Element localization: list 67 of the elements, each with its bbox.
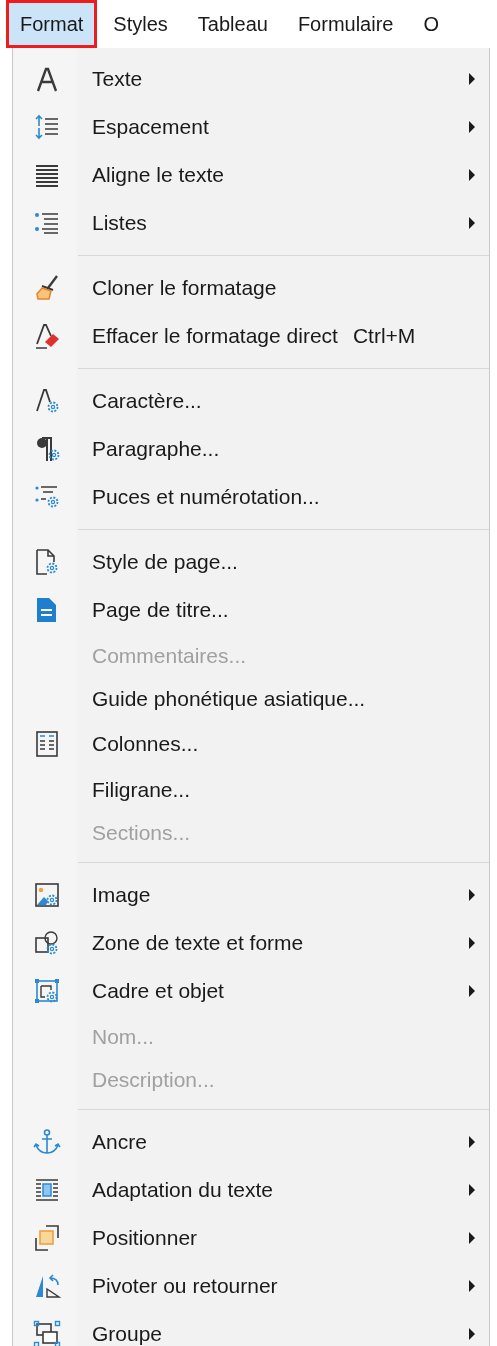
menu-item[interactable]: Puces et numérotation... xyxy=(13,473,489,521)
menu-item[interactable]: Listes xyxy=(13,199,489,247)
menu-item-label: Cadre et objet xyxy=(92,979,224,1003)
menu-item-label: Pivoter ou retourner xyxy=(92,1274,278,1298)
columns-icon xyxy=(33,730,61,758)
menu-item-label: Aligne le texte xyxy=(92,163,224,187)
menu-item-label: Paragraphe... xyxy=(92,437,220,461)
menu-bar-item[interactable]: Format xyxy=(6,0,98,48)
rotate-flip-icon xyxy=(33,1272,61,1300)
menu-item-label: Adaptation du texte xyxy=(92,1178,273,1202)
menu-item-label: Image xyxy=(92,883,151,907)
menu-item-label: Guide phonétique asiatique... xyxy=(92,686,366,711)
menu-item-label: Nom... xyxy=(92,1024,154,1049)
group-icon xyxy=(33,1320,61,1346)
eraser-icon xyxy=(33,322,61,350)
menu-bar-item[interactable]: O xyxy=(409,0,453,48)
paintbrush-icon xyxy=(33,274,61,302)
menu-item[interactable]: Adaptation du texte xyxy=(13,1166,489,1214)
menu-item[interactable]: Espacement xyxy=(13,103,489,151)
menu-item[interactable]: Ancre xyxy=(13,1118,489,1166)
menu-item[interactable]: Groupe xyxy=(13,1310,489,1346)
menu-item-label: Filigrane... xyxy=(92,777,191,802)
menu-item-label: Groupe xyxy=(92,1322,163,1346)
menu-item[interactable]: Texte xyxy=(13,55,489,103)
menu-item-label: Positionner xyxy=(92,1226,198,1250)
menu-item[interactable]: Guide phonétique asiatique... xyxy=(13,677,489,720)
arrange-icon xyxy=(33,1224,61,1252)
text-wrap-icon xyxy=(33,1176,61,1204)
menu-item[interactable]: Effacer le formatage direct Ctrl+M xyxy=(13,312,489,360)
menu-item[interactable]: Aligne le texte xyxy=(13,151,489,199)
menu-item-label: Page de titre... xyxy=(92,598,229,622)
menu-item-label: Caractère... xyxy=(92,389,202,413)
menu-item[interactable]: Zone de texte et forme xyxy=(13,919,489,967)
menu-item[interactable]: Style de page... xyxy=(13,538,489,586)
menu-item-label: Espacement xyxy=(92,115,209,139)
menu-item-label: Effacer le formatage direct xyxy=(92,324,338,348)
menu-item[interactable]: Caractère... xyxy=(13,377,489,425)
menu-item[interactable]: Cadre et objet xyxy=(13,967,489,1015)
line-spacing-icon xyxy=(33,113,61,141)
menu-item-label: Style de page... xyxy=(92,550,238,574)
menu-item[interactable]: Paragraphe... xyxy=(13,425,489,473)
menu-item-label: Zone de texte et forme xyxy=(92,931,304,955)
menu-item-label: Ancre xyxy=(92,1130,147,1154)
menu-item-label: Cloner le formatage xyxy=(92,276,277,300)
menu-bar-item[interactable]: Tableau xyxy=(183,0,282,48)
menu-item[interactable]: Pivoter ou retourner xyxy=(13,1262,489,1310)
menu-item[interactable]: Cloner le formatage xyxy=(13,264,489,312)
menu-bar-item[interactable]: Styles xyxy=(99,0,182,48)
character-settings-icon xyxy=(33,387,61,415)
menu-bar-item[interactable]: Formulaire xyxy=(283,0,408,48)
frame-settings-icon xyxy=(33,977,61,1005)
menu-item-label: Description... xyxy=(92,1067,215,1092)
menu-item[interactable]: Page de titre... xyxy=(13,586,489,634)
shape-settings-icon xyxy=(33,929,61,957)
menu-item-label: Puces et numérotation... xyxy=(92,485,320,509)
menu-item-label: Listes xyxy=(92,211,147,235)
menu-item[interactable]: Colonnes... xyxy=(13,720,489,768)
menu-item-label: Sections... xyxy=(92,820,191,845)
image-settings-icon xyxy=(33,881,61,909)
anchor-icon xyxy=(33,1128,61,1156)
shortcut-label: Ctrl+M xyxy=(352,324,416,348)
menu-item-label: Texte xyxy=(92,67,143,91)
menu-item[interactable]: Image xyxy=(13,871,489,919)
menu-item[interactable]: Filigrane... xyxy=(13,768,489,811)
menu-item-label: Colonnes... xyxy=(92,732,199,756)
menu-item-label: Commentaires... xyxy=(92,643,247,668)
menu-item[interactable]: Positionner xyxy=(13,1214,489,1262)
